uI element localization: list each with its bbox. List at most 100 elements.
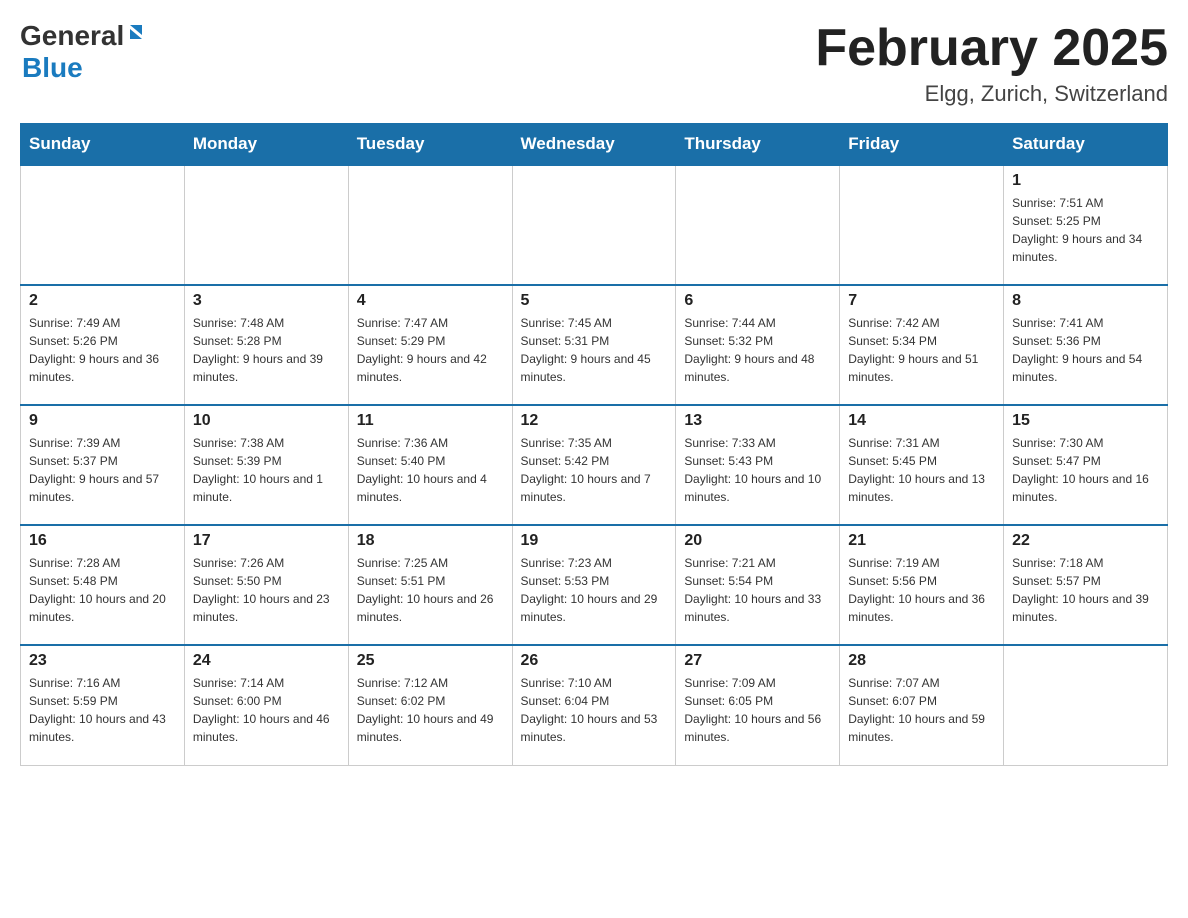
day-number: 16 bbox=[29, 532, 176, 550]
day-cell bbox=[21, 165, 185, 285]
day-cell bbox=[512, 165, 676, 285]
day-cell: 22 Sunrise: 7:18 AM Sunset: 5:57 PM Dayli… bbox=[1004, 525, 1168, 645]
day-info: Sunrise: 7:07 AM Sunset: 6:07 PM Dayligh… bbox=[848, 674, 995, 746]
day-cell: 10 Sunrise: 7:38 AM Sunset: 5:39 PM Dayli… bbox=[184, 405, 348, 525]
day-cell: 25 Sunrise: 7:12 AM Sunset: 6:02 PM Dayli… bbox=[348, 645, 512, 765]
weekday-header-monday: Monday bbox=[184, 124, 348, 166]
day-number: 10 bbox=[193, 412, 340, 430]
day-cell: 17 Sunrise: 7:26 AM Sunset: 5:50 PM Dayli… bbox=[184, 525, 348, 645]
day-number: 1 bbox=[1012, 172, 1159, 190]
weekday-header-tuesday: Tuesday bbox=[348, 124, 512, 166]
weekday-header-wednesday: Wednesday bbox=[512, 124, 676, 166]
day-info: Sunrise: 7:36 AM Sunset: 5:40 PM Dayligh… bbox=[357, 434, 504, 506]
location-title: Elgg, Zurich, Switzerland bbox=[815, 81, 1168, 107]
day-cell: 3 Sunrise: 7:48 AM Sunset: 5:28 PM Daylig… bbox=[184, 285, 348, 405]
day-cell: 12Sunrise: 7:35 AM Sunset: 5:42 PM Dayli… bbox=[512, 405, 676, 525]
day-cell: 26 Sunrise: 7:10 AM Sunset: 6:04 PM Dayli… bbox=[512, 645, 676, 765]
day-info: Sunrise: 7:38 AM Sunset: 5:39 PM Dayligh… bbox=[193, 434, 340, 506]
day-info: Sunrise: 7:16 AM Sunset: 5:59 PM Dayligh… bbox=[29, 674, 176, 746]
day-number: 5 bbox=[521, 292, 668, 310]
day-number: 8 bbox=[1012, 292, 1159, 310]
day-number: 22 bbox=[1012, 532, 1159, 550]
logo-arrow-icon bbox=[124, 21, 146, 48]
day-number: 18 bbox=[357, 532, 504, 550]
day-number: 21 bbox=[848, 532, 995, 550]
day-cell: 20Sunrise: 7:21 AM Sunset: 5:54 PM Dayli… bbox=[676, 525, 840, 645]
day-cell: 9Sunrise: 7:39 AM Sunset: 5:37 PM Daylig… bbox=[21, 405, 185, 525]
day-info: Sunrise: 7:25 AM Sunset: 5:51 PM Dayligh… bbox=[357, 554, 504, 626]
day-number: 13 bbox=[684, 412, 831, 430]
day-number: 17 bbox=[193, 532, 340, 550]
day-number: 3 bbox=[193, 292, 340, 310]
day-number: 25 bbox=[357, 652, 504, 670]
week-row-3: 16 Sunrise: 7:28 AM Sunset: 5:48 PM Dayli… bbox=[21, 525, 1168, 645]
day-info: Sunrise: 7:28 AM Sunset: 5:48 PM Dayligh… bbox=[29, 554, 176, 626]
day-info: Sunrise: 7:26 AM Sunset: 5:50 PM Dayligh… bbox=[193, 554, 340, 626]
day-info: Sunrise: 7:44 AM Sunset: 5:32 PM Dayligh… bbox=[684, 314, 831, 386]
weekday-header-friday: Friday bbox=[840, 124, 1004, 166]
day-info: Sunrise: 7:51 AM Sunset: 5:25 PM Dayligh… bbox=[1012, 194, 1159, 266]
logo-general-text: General bbox=[20, 20, 124, 52]
day-info: Sunrise: 7:42 AM Sunset: 5:34 PM Dayligh… bbox=[848, 314, 995, 386]
day-info: Sunrise: 7:10 AM Sunset: 6:04 PM Dayligh… bbox=[521, 674, 668, 746]
day-number: 11 bbox=[357, 412, 504, 430]
day-number: 26 bbox=[521, 652, 668, 670]
weekday-header-row: SundayMondayTuesdayWednesdayThursdayFrid… bbox=[21, 124, 1168, 166]
day-cell: 5 Sunrise: 7:45 AM Sunset: 5:31 PM Daylig… bbox=[512, 285, 676, 405]
day-cell: 7 Sunrise: 7:42 AM Sunset: 5:34 PM Daylig… bbox=[840, 285, 1004, 405]
day-cell: 16 Sunrise: 7:28 AM Sunset: 5:48 PM Dayli… bbox=[21, 525, 185, 645]
day-cell bbox=[348, 165, 512, 285]
week-row-4: 23 Sunrise: 7:16 AM Sunset: 5:59 PM Dayli… bbox=[21, 645, 1168, 765]
day-cell: 27 Sunrise: 7:09 AM Sunset: 6:05 PM Dayli… bbox=[676, 645, 840, 765]
day-cell: 6 Sunrise: 7:44 AM Sunset: 5:32 PM Daylig… bbox=[676, 285, 840, 405]
day-cell: 1 Sunrise: 7:51 AM Sunset: 5:25 PM Daylig… bbox=[1004, 165, 1168, 285]
day-cell: 4 Sunrise: 7:47 AM Sunset: 5:29 PM Daylig… bbox=[348, 285, 512, 405]
day-number: 14 bbox=[848, 412, 995, 430]
day-info: Sunrise: 7:31 AM Sunset: 5:45 PM Dayligh… bbox=[848, 434, 995, 506]
header: General Blue February 2025 Elgg, Zurich,… bbox=[20, 20, 1168, 107]
day-info: Sunrise: 7:30 AM Sunset: 5:47 PM Dayligh… bbox=[1012, 434, 1159, 506]
day-info: Sunrise: 7:49 AM Sunset: 5:26 PM Dayligh… bbox=[29, 314, 176, 386]
day-number: 19 bbox=[521, 532, 668, 550]
day-info: Sunrise: 7:35 AM Sunset: 5:42 PM Dayligh… bbox=[521, 434, 668, 506]
day-number: 7 bbox=[848, 292, 995, 310]
day-number: 23 bbox=[29, 652, 176, 670]
day-cell bbox=[840, 165, 1004, 285]
day-info: Sunrise: 7:48 AM Sunset: 5:28 PM Dayligh… bbox=[193, 314, 340, 386]
day-cell: 21Sunrise: 7:19 AM Sunset: 5:56 PM Dayli… bbox=[840, 525, 1004, 645]
day-info: Sunrise: 7:41 AM Sunset: 5:36 PM Dayligh… bbox=[1012, 314, 1159, 386]
day-info: Sunrise: 7:12 AM Sunset: 6:02 PM Dayligh… bbox=[357, 674, 504, 746]
day-cell: 24 Sunrise: 7:14 AM Sunset: 6:00 PM Dayli… bbox=[184, 645, 348, 765]
day-cell: 2 Sunrise: 7:49 AM Sunset: 5:26 PM Daylig… bbox=[21, 285, 185, 405]
day-cell bbox=[676, 165, 840, 285]
day-info: Sunrise: 7:23 AM Sunset: 5:53 PM Dayligh… bbox=[521, 554, 668, 626]
day-info: Sunrise: 7:18 AM Sunset: 5:57 PM Dayligh… bbox=[1012, 554, 1159, 626]
day-number: 9 bbox=[29, 412, 176, 430]
day-info: Sunrise: 7:45 AM Sunset: 5:31 PM Dayligh… bbox=[521, 314, 668, 386]
day-number: 20 bbox=[684, 532, 831, 550]
day-cell: 13 Sunrise: 7:33 AM Sunset: 5:43 PM Dayli… bbox=[676, 405, 840, 525]
day-number: 15 bbox=[1012, 412, 1159, 430]
day-cell: 19 Sunrise: 7:23 AM Sunset: 5:53 PM Dayli… bbox=[512, 525, 676, 645]
day-info: Sunrise: 7:09 AM Sunset: 6:05 PM Dayligh… bbox=[684, 674, 831, 746]
day-number: 4 bbox=[357, 292, 504, 310]
day-info: Sunrise: 7:33 AM Sunset: 5:43 PM Dayligh… bbox=[684, 434, 831, 506]
day-cell: 8 Sunrise: 7:41 AM Sunset: 5:36 PM Daylig… bbox=[1004, 285, 1168, 405]
day-cell: 14 Sunrise: 7:31 AM Sunset: 5:45 PM Dayli… bbox=[840, 405, 1004, 525]
day-cell: 15 Sunrise: 7:30 AM Sunset: 5:47 PM Dayli… bbox=[1004, 405, 1168, 525]
day-number: 28 bbox=[848, 652, 995, 670]
weekday-header-sunday: Sunday bbox=[21, 124, 185, 166]
logo: General Blue bbox=[20, 20, 146, 84]
day-info: Sunrise: 7:47 AM Sunset: 5:29 PM Dayligh… bbox=[357, 314, 504, 386]
day-number: 6 bbox=[684, 292, 831, 310]
day-number: 24 bbox=[193, 652, 340, 670]
day-cell: 18 Sunrise: 7:25 AM Sunset: 5:51 PM Dayli… bbox=[348, 525, 512, 645]
day-cell bbox=[184, 165, 348, 285]
day-info: Sunrise: 7:14 AM Sunset: 6:00 PM Dayligh… bbox=[193, 674, 340, 746]
week-row-1: 2 Sunrise: 7:49 AM Sunset: 5:26 PM Daylig… bbox=[21, 285, 1168, 405]
weekday-header-saturday: Saturday bbox=[1004, 124, 1168, 166]
title-area: February 2025 Elgg, Zurich, Switzerland bbox=[815, 20, 1168, 107]
day-number: 27 bbox=[684, 652, 831, 670]
day-number: 2 bbox=[29, 292, 176, 310]
day-cell: 11 Sunrise: 7:36 AM Sunset: 5:40 PM Dayli… bbox=[348, 405, 512, 525]
